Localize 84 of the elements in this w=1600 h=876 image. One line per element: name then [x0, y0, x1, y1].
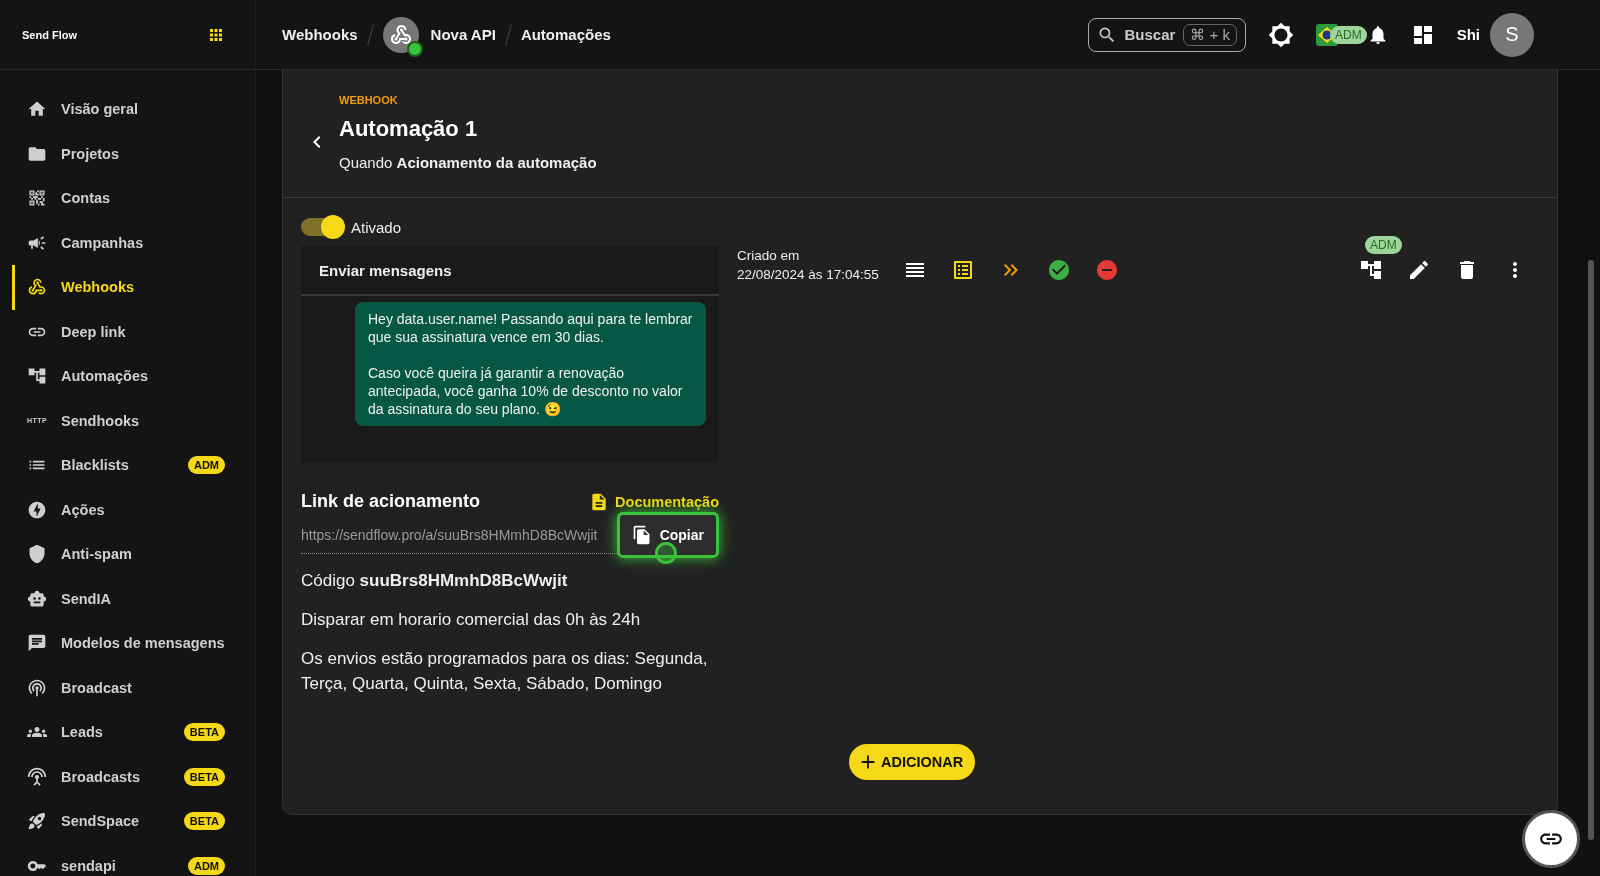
sidebar-label: Projetos — [61, 145, 120, 162]
sidebar-badge: BETA — [183, 812, 225, 831]
sidebar-label: Deep link — [61, 323, 127, 340]
edit-icon[interactable] — [1407, 258, 1431, 282]
sidebar-label: Broadcasts — [61, 768, 141, 785]
sidebar-badge: BETA — [183, 767, 225, 786]
sidebar-badge: ADM — [187, 456, 225, 475]
copy-icon — [631, 524, 652, 545]
add-button[interactable]: ADICIONAR — [849, 744, 976, 780]
sidebar-item[interactable]: SendIA — [12, 576, 255, 621]
code-text: Código suuBrs8HMmhD8BcWwjit — [301, 570, 569, 592]
sidebar-label: Leads — [61, 724, 104, 741]
sidebar-label: Automações — [61, 368, 150, 385]
trigger-text: Quando Acionamento da automação — [339, 154, 597, 171]
sidebar-label: Visão geral — [61, 101, 140, 118]
check-icon[interactable] — [1046, 258, 1071, 282]
sidebar-item[interactable]: Leads BETA — [12, 710, 255, 755]
bolt-icon — [27, 499, 47, 520]
sidebar-item[interactable]: Webhooks — [12, 265, 255, 310]
webhook-icon — [388, 22, 413, 47]
created-date: Criado em 22/08/2024 às 17:04:55 — [737, 247, 879, 284]
section-title: Link de acionamento — [301, 491, 482, 512]
breadcrumb-link[interactable]: Automações — [520, 26, 611, 43]
search-button[interactable]: Buscar ⌘ + k — [1087, 17, 1246, 52]
sidebar-label: Campanhas — [61, 234, 145, 251]
user-avatar[interactable]: S — [1490, 12, 1534, 57]
sidebar-item[interactable]: Modelos de mensagens — [12, 621, 255, 666]
copy-button[interactable]: Copiar — [616, 511, 719, 558]
breadcrumb-link[interactable]: Nova API — [430, 26, 496, 43]
tree-icon — [27, 366, 47, 387]
page-title: Automação 1 — [339, 116, 479, 142]
sidebar-item[interactable]: Projetos — [12, 131, 255, 176]
sidebar-label: Ações — [61, 501, 106, 518]
tree-icon[interactable] — [1359, 258, 1383, 282]
sidebar-label: Modelos de mensagens — [61, 635, 225, 652]
search-label: Buscar — [1124, 26, 1176, 43]
days-text: Os envios estão programados para os dias: Segunda, Terça, Quarta, Quinta, Sexta, Sábado, Domingo — [301, 648, 709, 695]
robot-icon — [27, 588, 47, 609]
shield-icon — [27, 544, 47, 565]
sidebar-item[interactable]: Automações — [12, 354, 255, 399]
sidebar-label: Webhooks — [61, 279, 136, 296]
sidebar-label: SendIA — [61, 590, 112, 607]
sidebar-label: sendapi — [61, 857, 117, 874]
sidebar-item[interactable]: Broadcasts BETA — [12, 754, 255, 799]
rocket-icon — [27, 811, 47, 832]
chat-fab[interactable] — [1522, 810, 1580, 868]
sidebar-badge: ADM — [187, 856, 225, 875]
message-title: Enviar mensagens — [301, 246, 719, 296]
brand-logo: Send Flow — [22, 27, 77, 43]
user-name: Shi — [1456, 26, 1480, 43]
shortcut-hint: ⌘ + k — [1183, 23, 1237, 46]
sidebar-badge: BETA — [183, 723, 225, 742]
sidebar-item[interactable]: Deep link — [12, 309, 255, 354]
sidebar-item[interactable]: Blacklists ADM — [12, 443, 255, 488]
sidebar-item[interactable]: sendapi ADM — [12, 843, 255, 876]
documentation-link[interactable]: Documentação — [589, 491, 719, 512]
sidebar-item[interactable]: Ações — [12, 487, 255, 532]
schedule-text: Disparar em horario comercial das 0h às 24h — [301, 609, 642, 631]
sidebar-item[interactable]: Visão geral — [12, 87, 255, 132]
message-bubble: Hey data.user.name! Passando aqui para te lembrar que sua assinatura vence em 30 dias. Caso você queira já garantir a renovação antecipada, você ganha 10% de desconto no valor da assinatura do seu plano. 😉 — [355, 302, 706, 426]
click-indicator-icon — [654, 541, 677, 564]
theme-icon[interactable] — [1268, 21, 1294, 48]
sidebar-item[interactable]: SendSpace BETA — [12, 799, 255, 844]
trigger-url: https://sendflow.pro/a/suuBrs8HMmhD8BcWwjit — [301, 526, 599, 543]
sidebar-label: Broadcast — [61, 679, 133, 696]
sidebar-label: Sendhooks — [61, 412, 141, 429]
breadcrumb-link[interactable]: Webhooks — [282, 26, 358, 43]
adm-badge: ADM — [1365, 236, 1402, 254]
broadcast-icon — [27, 677, 47, 698]
sidebar-label: SendSpace — [61, 813, 141, 830]
sidebar-item[interactable]: Contas — [12, 176, 255, 221]
sidebar-item[interactable]: Anti-spam — [12, 532, 255, 577]
adm-badge: ADM — [1330, 25, 1367, 44]
sidebar-item[interactable]: Campanhas — [12, 220, 255, 265]
minus-icon[interactable] — [1094, 258, 1119, 282]
sidebar-label: Anti-spam — [61, 546, 133, 563]
toggle-switch[interactable] — [301, 218, 343, 236]
qr-code-icon — [27, 188, 47, 209]
antenna-icon — [27, 766, 47, 787]
sidebar-label: Blacklists — [61, 457, 130, 474]
toggle-label: Ativado — [351, 218, 402, 236]
sidebar-label: Contas — [61, 190, 112, 207]
overline: WEBHOOK — [339, 94, 399, 106]
sidebar-item[interactable]: Broadcast — [12, 665, 255, 710]
